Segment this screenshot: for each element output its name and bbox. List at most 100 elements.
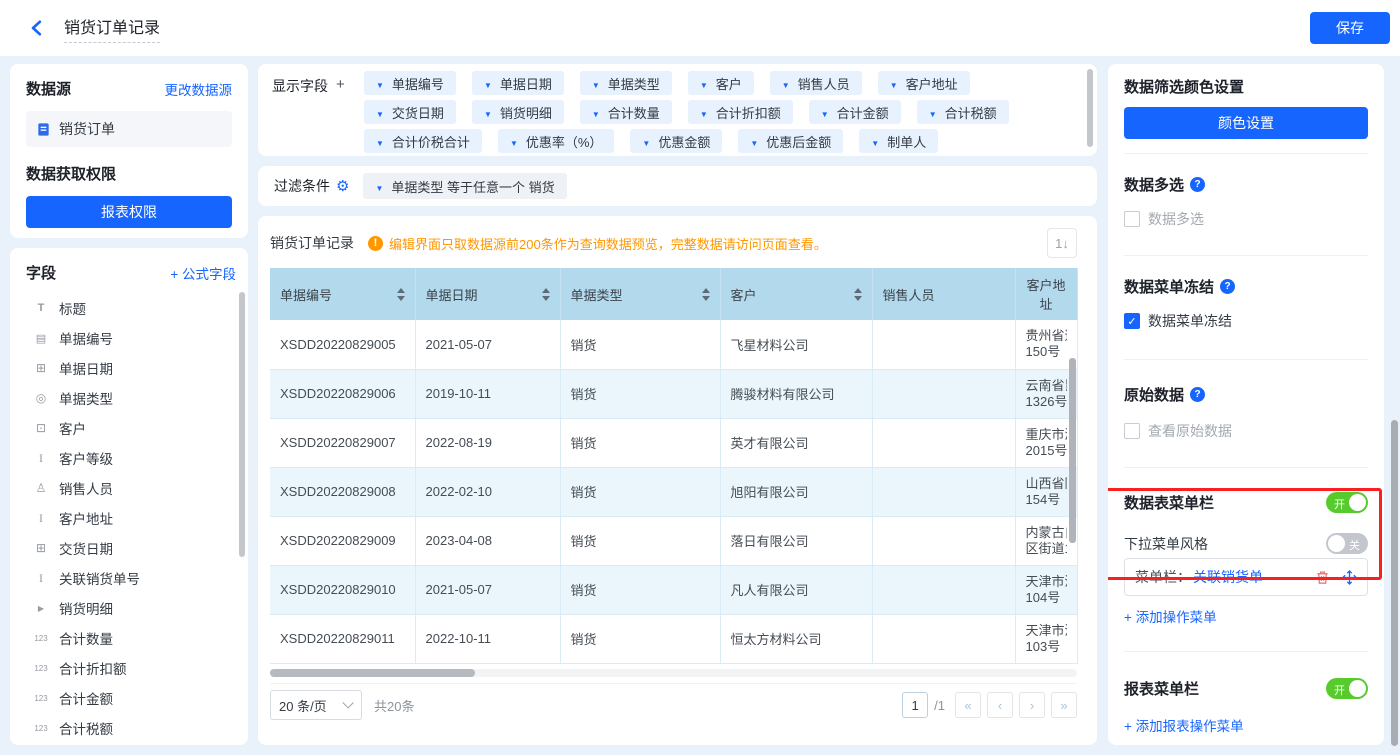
change-datasource-link[interactable]: 更改数据源	[165, 79, 233, 99]
field-item[interactable]: 合计数量	[26, 623, 236, 653]
display-field-chip[interactable]: 销售人员	[769, 71, 862, 95]
report-permission-button[interactable]: 报表权限	[26, 196, 232, 228]
dropdown-style-toggle[interactable]: 关	[1326, 533, 1368, 554]
scrollbar-thumb[interactable]	[1087, 69, 1093, 147]
table-menu-toggle[interactable]: 开	[1326, 492, 1368, 513]
datasource-item[interactable]: 销货订单	[26, 111, 232, 147]
display-field-chip[interactable]: 合计金额	[808, 100, 901, 124]
sort-order-icon[interactable]: 1↓	[1047, 228, 1077, 258]
raw-data-checkbox-row[interactable]: 查看原始数据	[1124, 421, 1368, 441]
field-item[interactable]: 关联销货单号	[26, 563, 236, 593]
cell-type: 销货	[560, 369, 721, 419]
field-item[interactable]: 销货明细	[26, 593, 236, 623]
field-item[interactable]: 单据日期	[26, 353, 236, 383]
field-item[interactable]: 客户	[26, 413, 236, 443]
checkbox-unchecked[interactable]	[1124, 423, 1140, 439]
cell-date: 2022-02-10	[415, 467, 561, 517]
save-button[interactable]: 保存	[1310, 12, 1390, 44]
sort-arrows-icon[interactable]	[853, 287, 862, 301]
display-field-chip[interactable]: 合计价税合计	[364, 129, 482, 153]
display-field-chip[interactable]: 销货明细	[471, 100, 564, 124]
scrollbar-thumb[interactable]	[1069, 358, 1076, 543]
field-item[interactable]: 标题	[26, 293, 236, 323]
table-column-header[interactable]: 单据编号	[270, 268, 416, 320]
cell-sales	[872, 467, 1016, 517]
display-field-chip[interactable]: 优惠率（%）	[497, 129, 615, 153]
sort-arrows-icon[interactable]	[701, 287, 710, 301]
display-field-chip[interactable]: 合计税额	[916, 100, 1009, 124]
first-page-button[interactable]: «	[955, 692, 981, 718]
report-menu-toggle[interactable]: 开	[1326, 678, 1368, 699]
field-item[interactable]: 单据类型	[26, 383, 236, 413]
table-column-header[interactable]: 客户	[720, 268, 873, 320]
move-icon[interactable]	[1342, 569, 1357, 585]
table-column-header[interactable]: 客户地址	[1015, 268, 1078, 320]
scrollbar-thumb[interactable]	[239, 292, 245, 557]
sort-arrows-icon[interactable]	[541, 287, 550, 301]
help-icon[interactable]	[1190, 177, 1206, 192]
back-icon[interactable]	[28, 18, 48, 38]
display-field-chip[interactable]: 交货日期	[364, 100, 456, 124]
table-column-header[interactable]: 销售人员	[872, 268, 1016, 320]
chip-label: 合计折扣额	[715, 105, 781, 121]
trash-icon[interactable]	[1315, 570, 1330, 585]
field-item[interactable]: 合计金额	[26, 683, 236, 713]
display-fields-label: 显示字段	[272, 78, 328, 94]
field-item[interactable]: 销售人员	[26, 473, 236, 503]
field-item[interactable]: 交货日期	[26, 533, 236, 563]
menu-bar-item[interactable]: 菜单栏： 关联销货单	[1124, 558, 1368, 596]
gear-icon[interactable]: ⚙	[336, 177, 349, 195]
field-item[interactable]: 单据编号	[26, 323, 236, 353]
fields-title: 字段	[26, 265, 57, 282]
table-column-header[interactable]: 单据类型	[560, 268, 721, 320]
multi-select-checkbox-row[interactable]: 数据多选	[1124, 209, 1368, 229]
display-field-chip[interactable]: 合计折扣额	[687, 100, 793, 124]
display-field-chip[interactable]: 合计数量	[579, 100, 672, 124]
display-field-chip[interactable]: 单据编号	[364, 71, 456, 95]
menu-freeze-checkbox-row[interactable]: 数据菜单冻结	[1124, 311, 1368, 331]
help-icon[interactable]	[1190, 387, 1206, 402]
checkbox-unchecked[interactable]	[1124, 211, 1140, 227]
chip-label: 单据日期	[499, 76, 552, 92]
display-field-chip[interactable]: 客户	[687, 71, 754, 95]
display-field-chip[interactable]: 制单人	[859, 129, 939, 153]
cell-customer: 凡人有限公司	[720, 565, 873, 615]
display-field-chip[interactable]: 优惠金额	[630, 129, 723, 153]
checkbox-checked[interactable]	[1124, 313, 1140, 329]
number-icon	[32, 724, 50, 733]
add-formula-field-link[interactable]: + 公式字段	[170, 263, 236, 283]
right-sidebar: 数据筛选颜色设置 颜色设置 数据多选 数据多选 数据菜单冻结 数据菜单冻结 原始…	[1108, 64, 1384, 745]
add-display-field-button[interactable]: +	[336, 76, 345, 149]
page-title[interactable]: 销货订单记录	[64, 14, 161, 43]
main-area: 显示字段 + 单据编号 单据日期 单据类型 客户 销售人员 客户地址 交货日期 …	[258, 64, 1097, 745]
table-column-header[interactable]: 单据日期	[415, 268, 561, 320]
display-field-chip[interactable]: 优惠后金额	[738, 129, 844, 153]
add-action-menu-link[interactable]: + 添加操作菜单	[1124, 606, 1217, 626]
field-item[interactable]: 合计折扣额	[26, 653, 236, 683]
add-report-action-menu-link[interactable]: + 添加报表操作菜单	[1124, 715, 1244, 735]
display-field-chip[interactable]: 单据类型	[579, 71, 672, 95]
scrollbar-thumb[interactable]	[1391, 420, 1398, 746]
color-setting-button[interactable]: 颜色设置	[1124, 107, 1368, 139]
help-icon[interactable]	[1220, 279, 1236, 294]
display-field-chip[interactable]: 单据日期	[471, 71, 564, 95]
next-page-button[interactable]: ›	[1019, 692, 1045, 718]
chip-label: 客户	[715, 76, 742, 92]
scrollbar-thumb[interactable]	[270, 668, 475, 677]
page-number-input[interactable]: 1	[902, 692, 929, 718]
field-item[interactable]: 客户地址	[26, 503, 236, 533]
chevron-down-icon	[700, 76, 708, 91]
prev-page-button[interactable]: ‹	[987, 692, 1013, 718]
page-size-select[interactable]: 20 条/页	[270, 690, 362, 720]
last-page-button[interactable]: »	[1051, 692, 1077, 718]
sort-arrows-icon[interactable]	[396, 287, 405, 301]
chip-label: 合计价税合计	[391, 134, 470, 150]
cell-sales	[872, 516, 1016, 566]
display-field-chip[interactable]: 客户地址	[877, 71, 970, 95]
field-label: 销货明细	[59, 602, 113, 617]
field-item[interactable]: 客户等级	[26, 443, 236, 473]
menu-bar-item-name[interactable]: 关联销货单	[1193, 567, 1303, 587]
field-item[interactable]: 合计税额	[26, 713, 236, 743]
cell-code: XSDD20220829005	[270, 320, 416, 370]
filter-condition-chip[interactable]: 单据类型 等于任意一个 销货	[363, 173, 567, 199]
